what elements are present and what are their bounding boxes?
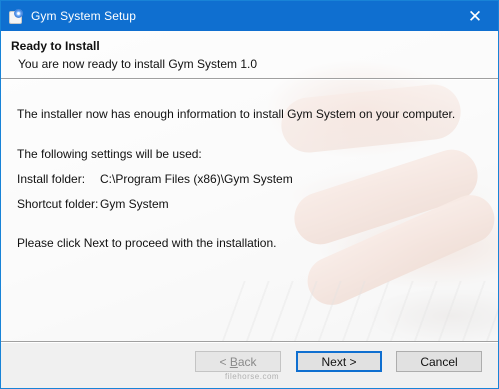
back-button-mnemonic: B xyxy=(229,354,238,369)
back-button-rest: ack xyxy=(237,354,257,369)
install-folder-value: C:\Program Files (x86)\Gym System xyxy=(100,172,293,186)
back-button[interactable]: < Back xyxy=(195,351,281,372)
shortcut-folder-label: Shortcut folder: xyxy=(17,197,99,211)
intro-text: The installer now has enough information… xyxy=(17,107,456,121)
proceed-text: Please click Next to proceed with the in… xyxy=(17,236,277,250)
wizard-footer: < Back filehorse.com Next > Cancel xyxy=(1,341,498,388)
page-title: Ready to Install xyxy=(11,39,100,53)
close-icon[interactable]: ✕ xyxy=(452,1,498,31)
shortcut-folder-value: Gym System xyxy=(100,197,169,211)
watermark-text: filehorse.com xyxy=(225,372,280,381)
setup-window: Gym System Setup ✕ Ready to Install You … xyxy=(0,0,499,389)
cancel-button[interactable]: Cancel xyxy=(396,351,482,372)
header-divider xyxy=(1,78,498,79)
installer-app-icon xyxy=(9,9,23,24)
title-bar[interactable]: Gym System Setup ✕ xyxy=(1,1,498,31)
back-button-prefix: < xyxy=(219,354,230,369)
install-folder-row: Install folder: C:\Program Files (x86)\G… xyxy=(17,172,293,186)
shortcut-folder-row: Shortcut folder: Gym System xyxy=(17,197,169,211)
window-title: Gym System Setup xyxy=(31,9,136,23)
page-subtitle: You are now ready to install Gym System … xyxy=(18,57,258,71)
wizard-header: Ready to Install You are now ready to in… xyxy=(1,31,498,79)
next-button[interactable]: Next > xyxy=(296,351,382,372)
footer-divider xyxy=(1,341,498,342)
install-folder-label: Install folder: xyxy=(17,172,86,186)
settings-heading: The following settings will be used: xyxy=(17,147,202,161)
